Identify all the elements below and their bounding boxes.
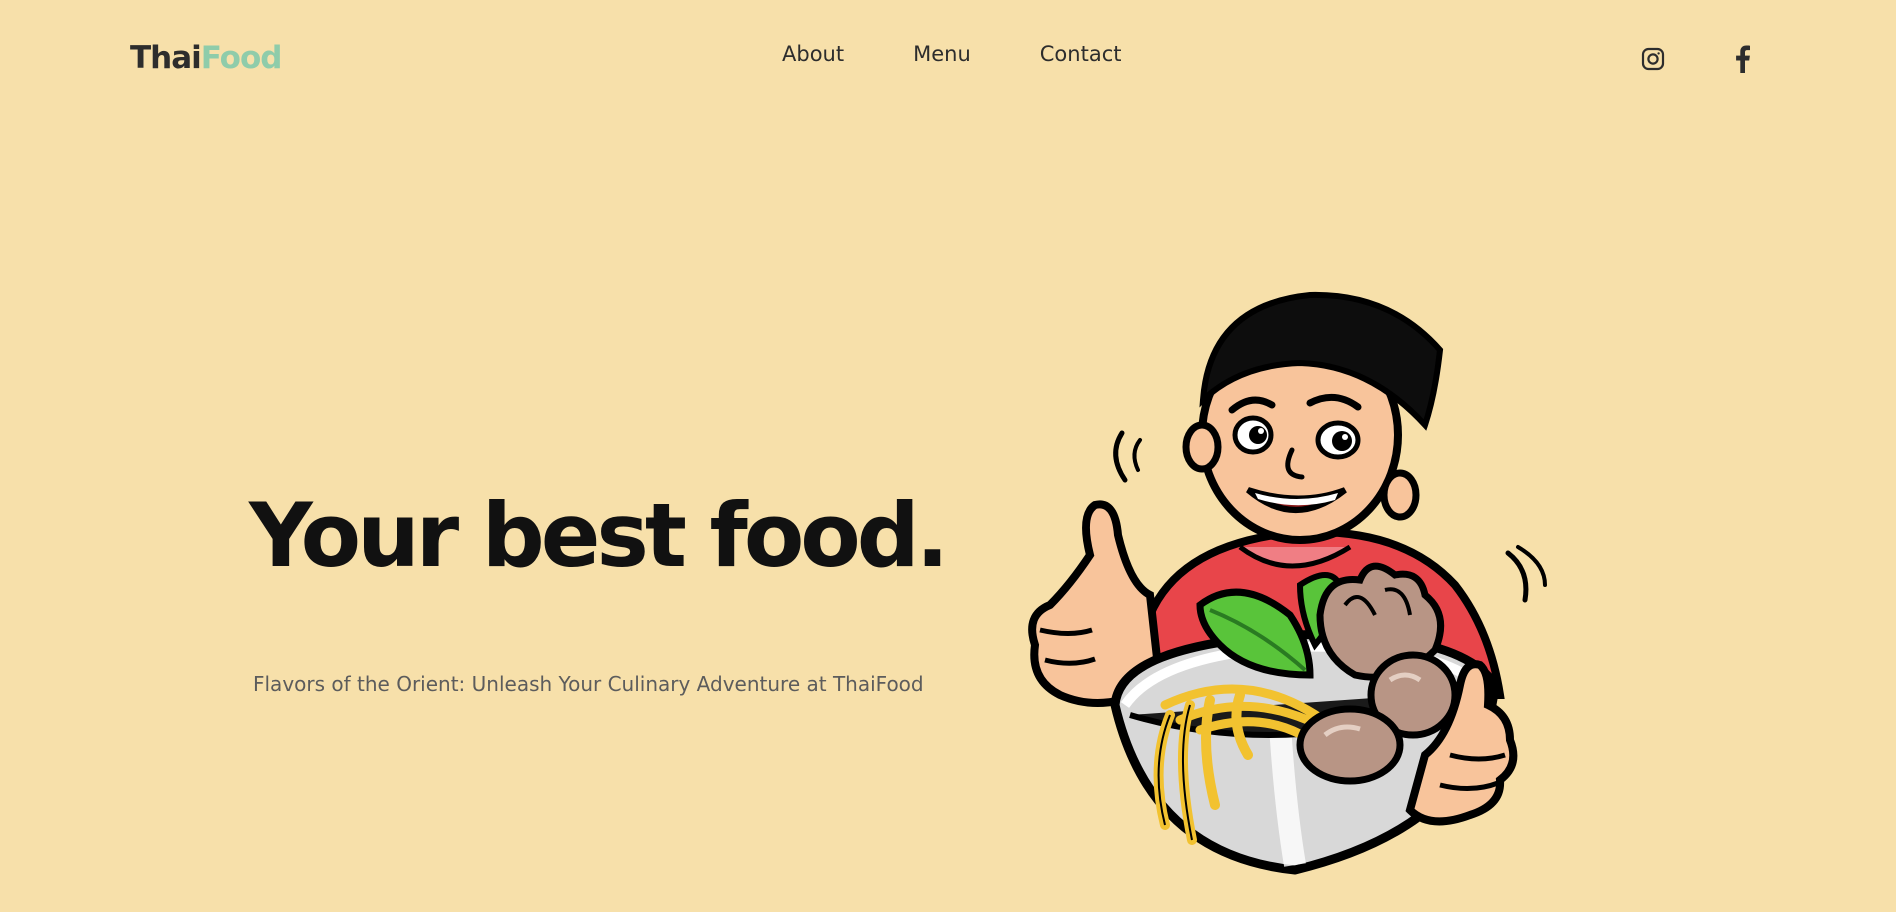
chef-mascot-illustration: [1028, 291, 1547, 875]
landing-page: ThaiFood About Menu Contact Your best fo…: [0, 0, 1896, 912]
logo-text-accent: Food: [200, 40, 283, 76]
facebook-link[interactable]: [1727, 44, 1757, 74]
hero-subtitle: Flavors of the Orient: Unleash Your Culi…: [253, 672, 924, 696]
brand-logo[interactable]: ThaiFood: [130, 40, 283, 76]
nav-link-menu[interactable]: Menu: [913, 42, 971, 66]
facebook-icon: [1736, 45, 1750, 73]
hero-title: Your best food.: [249, 484, 949, 587]
nav-link-about[interactable]: About: [782, 42, 844, 66]
instagram-link[interactable]: [1638, 44, 1668, 74]
main-nav: About Menu Contact: [782, 42, 1121, 66]
nav-link-contact[interactable]: Contact: [1040, 42, 1122, 66]
instagram-icon: [1641, 47, 1665, 71]
logo-text-primary: Thai: [130, 40, 202, 76]
